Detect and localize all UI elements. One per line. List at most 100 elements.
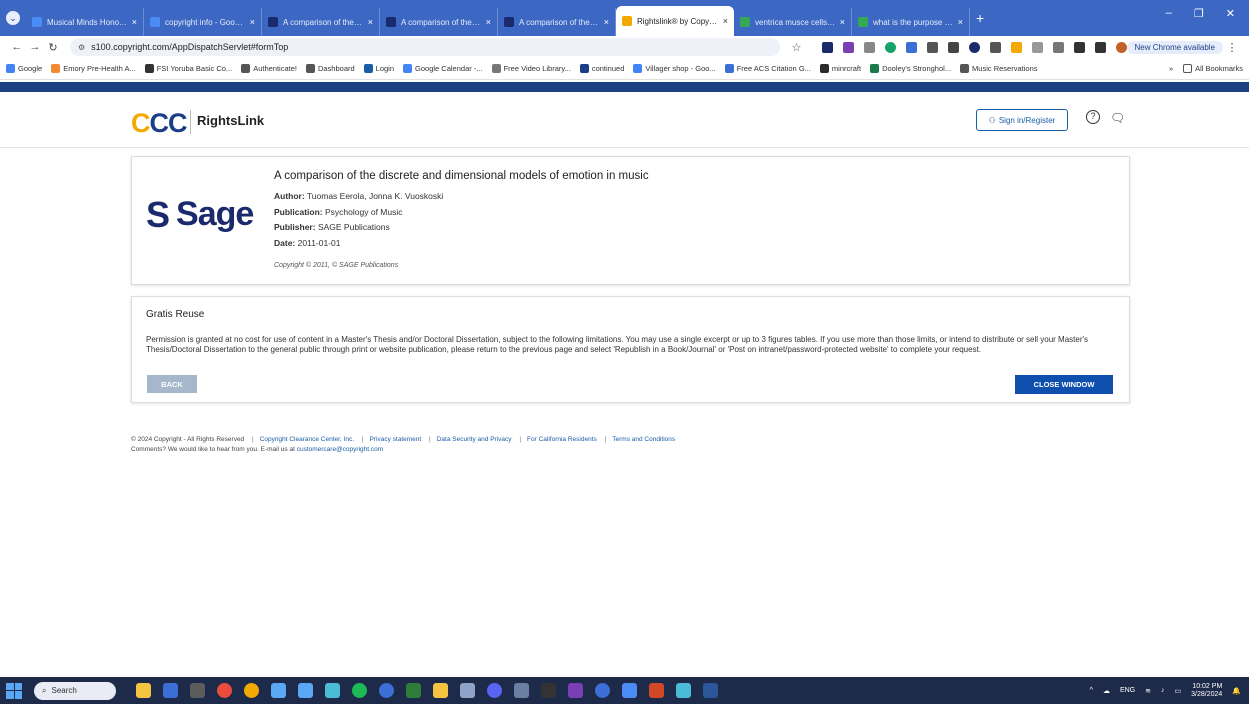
tab-close-icon[interactable]: × <box>604 17 609 27</box>
footer-link-california[interactable]: For California Residents <box>527 436 597 443</box>
file-explorer-icon[interactable] <box>433 683 448 698</box>
extensions-puzzle-icon[interactable] <box>1073 41 1085 53</box>
word-taskbar-icon[interactable] <box>703 683 718 698</box>
taskbar-app-icon[interactable] <box>136 683 151 698</box>
taskbar-app-icon[interactable] <box>217 683 232 698</box>
chat-icon[interactable]: 🗨 <box>1110 111 1125 125</box>
footer-link-privacy[interactable]: Privacy statement <box>370 436 422 443</box>
bookmark-item[interactable]: FSI Yoruba Basic Co... <box>144 64 232 73</box>
taskbar-app-icon[interactable] <box>325 683 340 698</box>
all-bookmarks-folder[interactable]: All Bookmarks <box>1183 64 1243 73</box>
taskbar-app-icon[interactable] <box>406 683 421 698</box>
notification-bell-icon[interactable]: 🔔 <box>1232 687 1241 695</box>
bookmark-item[interactable]: Google <box>6 64 42 73</box>
sign-in-register-button[interactable]: ⚇ Sign in/Register <box>976 109 1068 131</box>
minimize-icon[interactable]: – <box>1166 7 1172 19</box>
footer-link-terms[interactable]: Terms and Conditions <box>612 436 675 443</box>
windows-start-icon[interactable] <box>6 682 22 699</box>
close-window-button[interactable]: CLOSE WINDOW <box>1015 375 1113 394</box>
chrome-taskbar-icon[interactable] <box>244 683 259 698</box>
reload-icon[interactable]: ↻ <box>44 41 62 54</box>
tab-close-icon[interactable]: × <box>368 17 373 27</box>
close-window-icon[interactable]: ✕ <box>1226 7 1235 20</box>
tab-search-icon[interactable]: ⌄ <box>6 11 20 25</box>
footer-email-link[interactable]: customercare@copyright.com <box>297 446 383 453</box>
browser-tab[interactable]: A comparison of the disc × <box>262 8 380 36</box>
menu-kebab-icon[interactable]: ⋮ <box>1223 41 1241 54</box>
browser-tab[interactable]: copyright info - Google D × <box>144 8 262 36</box>
browser-tab[interactable]: A comparison of the disc × <box>380 8 498 36</box>
bookmark-item[interactable]: Dashboard <box>305 64 355 73</box>
bookmark-item[interactable]: Google Calendar -... <box>403 64 483 73</box>
extension-icon[interactable] <box>947 41 959 53</box>
browser-tab[interactable]: A comparison of the disc × <box>498 8 616 36</box>
tab-close-icon[interactable]: × <box>132 17 137 27</box>
back-button[interactable]: BACK <box>147 375 197 393</box>
taskbar-app-icon[interactable] <box>298 683 313 698</box>
forward-arrow-icon[interactable]: → <box>26 41 44 53</box>
zoom-taskbar-icon[interactable] <box>379 683 394 698</box>
taskbar-app-icon[interactable] <box>271 683 286 698</box>
discord-taskbar-icon[interactable] <box>487 683 502 698</box>
battery-icon[interactable]: ▭ <box>1175 687 1182 695</box>
browser-tab[interactable]: ventrica musce cells - Go × <box>734 8 852 36</box>
address-bar[interactable]: ⚙ s100.copyright.com/AppDispatchServlet#… <box>70 38 780 56</box>
extension-icon[interactable] <box>1031 41 1043 53</box>
restore-icon[interactable]: ❐ <box>1194 7 1204 20</box>
extension-icon[interactable] <box>905 41 917 53</box>
new-tab-button[interactable]: + <box>976 10 984 26</box>
extension-icon[interactable] <box>842 41 854 53</box>
bookmark-item[interactable]: continued <box>579 64 624 73</box>
sidepanel-icon[interactable] <box>1094 41 1106 53</box>
bookmark-item[interactable]: Free Video Library... <box>491 64 571 73</box>
chevron-up-icon[interactable]: ^ <box>1090 687 1093 694</box>
bookmark-star-icon[interactable]: ☆ <box>788 41 806 54</box>
language-indicator[interactable]: ENG <box>1120 687 1135 694</box>
taskbar-app-icon[interactable] <box>622 683 637 698</box>
bookmark-item[interactable]: Villager shop - Goo... <box>633 64 716 73</box>
extension-icon[interactable] <box>821 41 833 53</box>
bookmark-item[interactable]: Login <box>363 64 394 73</box>
volume-icon[interactable]: ♪ <box>1161 687 1165 694</box>
tab-close-icon[interactable]: × <box>723 16 728 26</box>
taskbar-app-icon[interactable] <box>163 683 178 698</box>
tab-close-icon[interactable]: × <box>250 17 255 27</box>
browser-tab[interactable]: Musical Minds Honors Th × <box>26 8 144 36</box>
extension-icon[interactable] <box>1052 41 1064 53</box>
taskbar-app-icon[interactable] <box>676 683 691 698</box>
powerpoint-taskbar-icon[interactable] <box>649 683 664 698</box>
tab-close-icon[interactable]: × <box>840 17 845 27</box>
bookmark-item[interactable]: minrcraft <box>819 64 861 73</box>
taskbar-search[interactable]: ⌕ Search <box>34 681 116 700</box>
extension-icon[interactable] <box>926 41 938 53</box>
extension-icon[interactable] <box>863 41 875 53</box>
footer-link-ccc[interactable]: Copyright Clearance Center, Inc. <box>260 436 354 443</box>
taskbar-app-icon[interactable] <box>460 683 475 698</box>
tab-close-icon[interactable]: × <box>486 17 491 27</box>
onenote-taskbar-icon[interactable] <box>568 683 583 698</box>
ccc-logo[interactable]: CCC <box>131 108 188 139</box>
clock[interactable]: 10:02 PM 3/28/2024 <box>1191 683 1222 699</box>
bookmark-item[interactable]: Emory Pre-Health A... <box>51 64 136 73</box>
taskbar-app-icon[interactable] <box>595 683 610 698</box>
wifi-icon[interactable]: ≋ <box>1145 687 1151 695</box>
tab-close-icon[interactable]: × <box>958 17 963 27</box>
new-chrome-available-button[interactable]: New Chrome available <box>1126 40 1223 54</box>
bookmark-item[interactable]: Free ACS Citation G... <box>724 64 811 73</box>
back-arrow-icon[interactable]: ← <box>8 41 26 53</box>
footer-link-data-security[interactable]: Data Security and Privacy <box>437 436 512 443</box>
more-bookmarks-icon[interactable]: » <box>1169 64 1173 73</box>
site-info-icon[interactable]: ⚙ <box>78 43 85 52</box>
taskbar-app-icon[interactable] <box>190 683 205 698</box>
spotify-taskbar-icon[interactable] <box>352 683 367 698</box>
taskbar-app-icon[interactable] <box>514 683 529 698</box>
taskbar-app-icon[interactable] <box>541 683 556 698</box>
bookmark-item[interactable]: Authenticate! <box>241 64 297 73</box>
help-icon[interactable]: ? <box>1086 110 1100 124</box>
cloud-icon[interactable]: ☁ <box>1103 687 1110 695</box>
bookmark-item[interactable]: Dooley's Stronghol... <box>870 64 951 73</box>
extension-icon[interactable] <box>968 41 980 53</box>
browser-tab[interactable]: what is the purpose of ca × <box>852 8 970 36</box>
profile-avatar-icon[interactable] <box>1115 41 1127 53</box>
extension-icon[interactable] <box>884 41 896 53</box>
